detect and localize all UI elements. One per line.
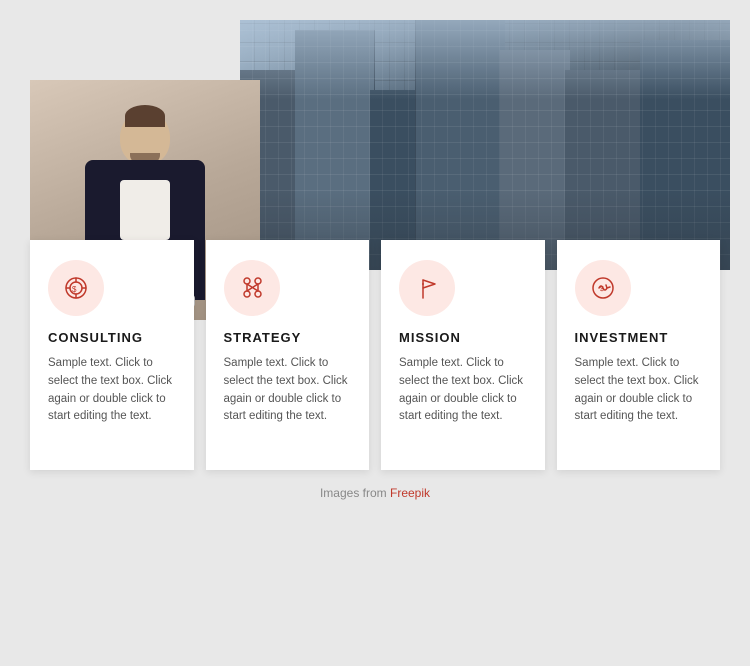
svg-text:$: $ <box>600 286 604 293</box>
card-strategy[interactable]: STRATEGY Sample text. Click to select th… <box>206 240 370 470</box>
card-investment[interactable]: $ INVESTMENT Sample text. Click to selec… <box>557 240 721 470</box>
mission-text[interactable]: Sample text. Click to select the text bo… <box>399 355 527 426</box>
buildings-image <box>240 20 730 270</box>
card-mission[interactable]: MISSION Sample text. Click to select the… <box>381 240 545 470</box>
investment-title: INVESTMENT <box>575 330 703 345</box>
consulting-text[interactable]: Sample text. Click to select the text bo… <box>48 355 176 426</box>
investment-text[interactable]: Sample text. Click to select the text bo… <box>575 355 703 426</box>
strategy-text[interactable]: Sample text. Click to select the text bo… <box>224 355 352 426</box>
mission-icon <box>413 274 441 302</box>
mission-icon-wrapper <box>399 260 455 316</box>
mission-title: MISSION <box>399 330 527 345</box>
footer-text: Images from <box>320 486 390 500</box>
strategy-title: STRATEGY <box>224 330 352 345</box>
card-consulting[interactable]: $ CONSULTING Sample text. Click to selec… <box>30 240 194 470</box>
consulting-icon: $ <box>62 274 90 302</box>
investment-icon-wrapper: $ <box>575 260 631 316</box>
investment-icon: $ <box>589 274 617 302</box>
consulting-icon-wrapper: $ <box>48 260 104 316</box>
footer: Images from Freepik <box>0 470 750 510</box>
svg-text:$: $ <box>72 285 77 294</box>
consulting-title: CONSULTING <box>48 330 176 345</box>
strategy-icon <box>238 274 266 302</box>
page-wrapper: $ CONSULTING Sample text. Click to selec… <box>0 0 750 666</box>
strategy-icon-wrapper <box>224 260 280 316</box>
cards-section: $ CONSULTING Sample text. Click to selec… <box>0 240 750 470</box>
freepik-link[interactable]: Freepik <box>390 486 430 500</box>
